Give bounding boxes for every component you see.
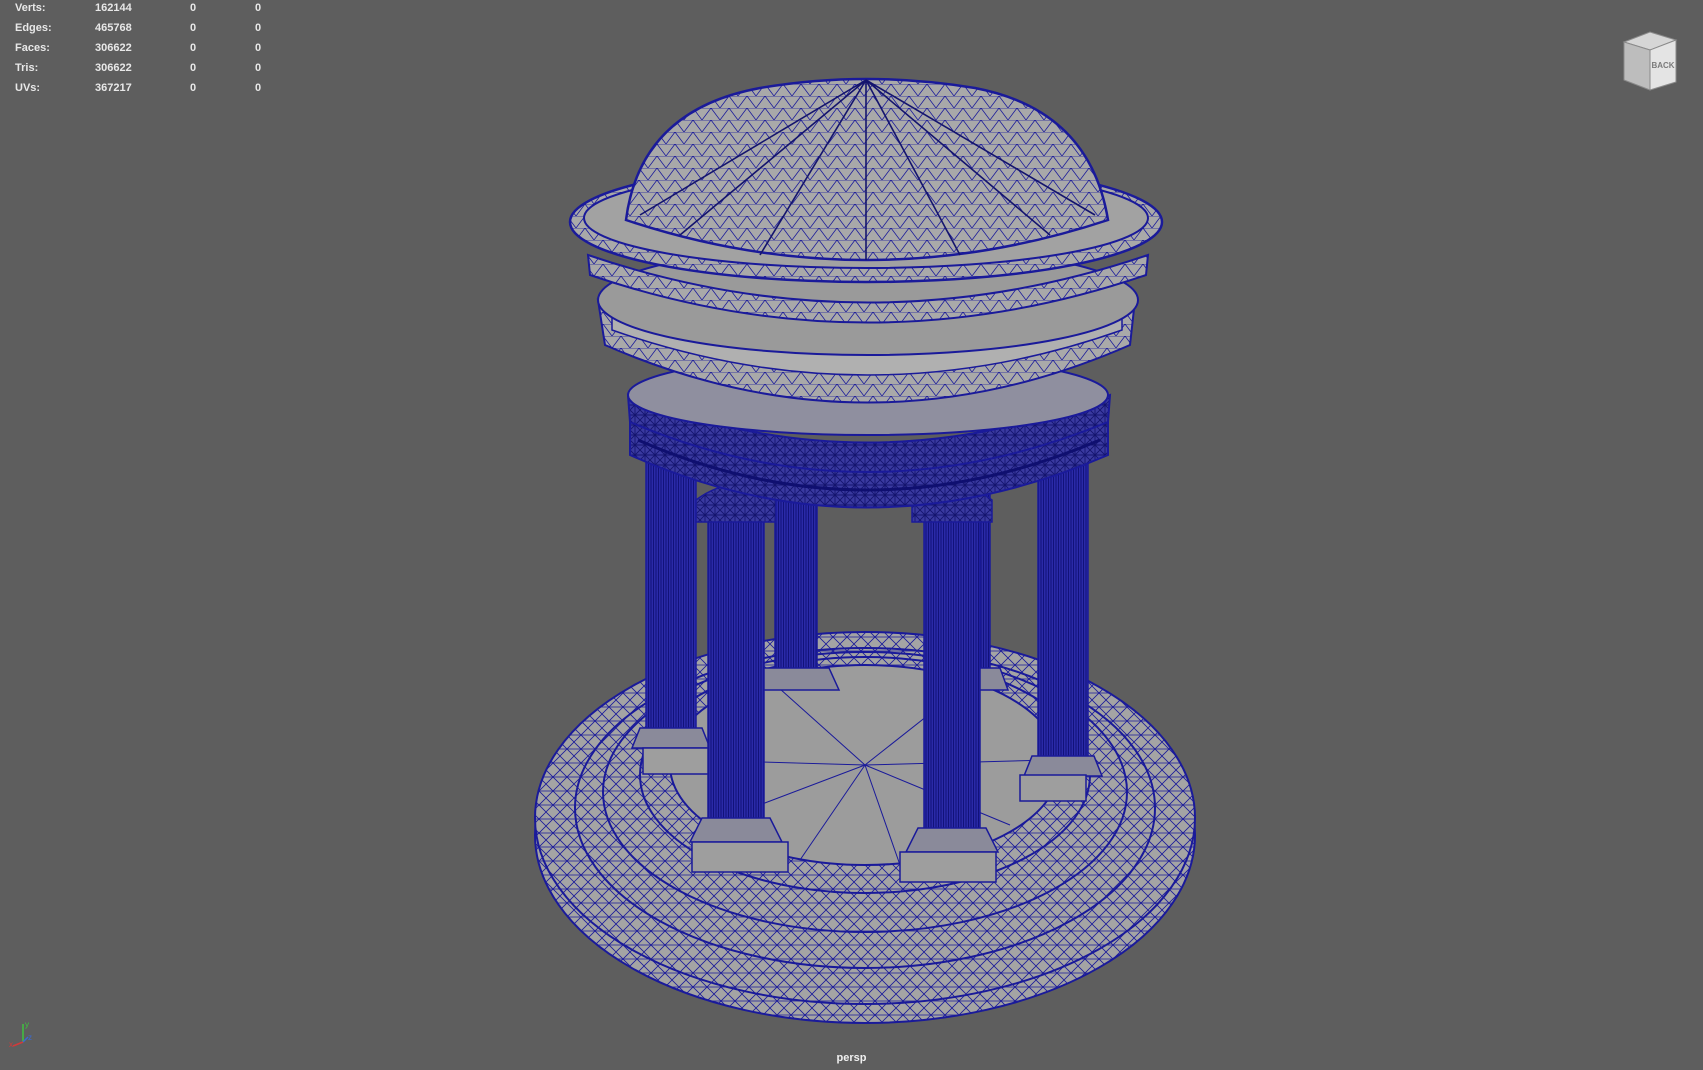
base-steps — [534, 631, 1196, 1024]
viewcube-face-label: BACK — [1651, 61, 1674, 70]
viewcube[interactable]: BACK — [1616, 26, 1686, 96]
axis-x-label: x — [9, 1040, 13, 1048]
axis-gizmo: y x z — [9, 1020, 32, 1048]
axis-y-label: y — [25, 1020, 29, 1029]
dome — [568, 77, 1164, 284]
viewport-persp[interactable]: Verts: 162144 0 0 Edges: 465768 0 0 Face… — [0, 0, 1703, 1070]
camera-name-label: persp — [836, 1052, 867, 1064]
rotunda-wireframe-model[interactable] — [0, 0, 1703, 1070]
axis-z-label: z — [28, 1033, 32, 1042]
